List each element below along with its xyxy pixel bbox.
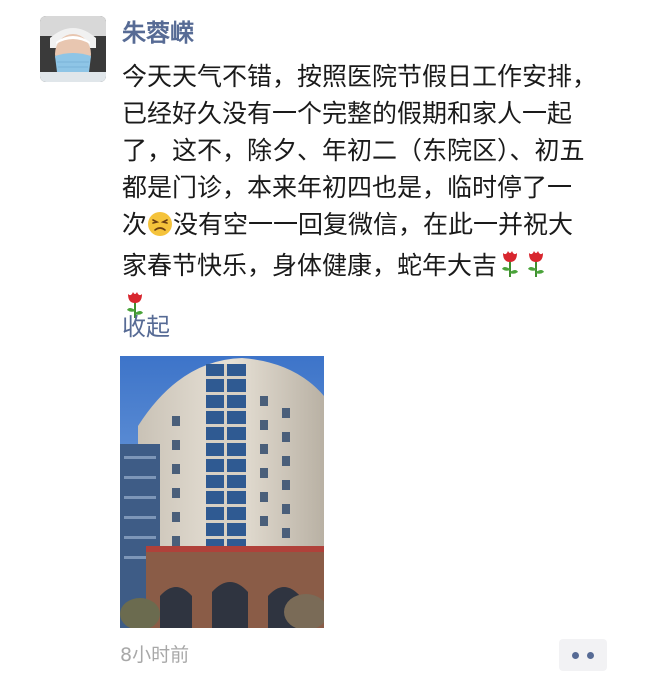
author-name[interactable]: 朱蓉嵘 bbox=[122, 16, 194, 50]
post-text-line: 了，这不，除夕、年初二（东院区）、初五 bbox=[122, 136, 585, 165]
post-text-line: 已经好久没有一个完整的假期和家人一起 bbox=[122, 99, 573, 128]
tired-face-emoji-icon bbox=[147, 210, 173, 247]
post-timestamp: 8小时前 bbox=[120, 644, 190, 666]
rose-icon bbox=[523, 248, 549, 288]
collapse-link[interactable]: 收起 bbox=[122, 310, 170, 344]
post-text-line: 今天天气不错，按照医院节假日工作安排， bbox=[122, 62, 598, 91]
rose-icon bbox=[497, 248, 523, 288]
dot-icon bbox=[587, 651, 594, 659]
hospital-building-image bbox=[120, 356, 324, 628]
post-text-line: 没有空一一回复微信，在此一并祝大 bbox=[173, 210, 574, 239]
more-actions-button[interactable] bbox=[559, 639, 607, 671]
avatar[interactable] bbox=[40, 16, 106, 82]
post-text-line: 都是门诊，本来年初四也是，临时停了一 bbox=[122, 173, 573, 202]
post-text: 今天天气不错，按照医院节假日工作安排， 已经好久没有一个完整的假期和家人一起 了… bbox=[122, 58, 612, 329]
post-text-line: 家春节快乐，身体健康，蛇年大吉 bbox=[122, 251, 498, 280]
avatar-image bbox=[40, 16, 106, 82]
post-text-line-prefix: 次 bbox=[122, 210, 148, 239]
dot-icon bbox=[572, 651, 579, 659]
post-photo[interactable] bbox=[120, 356, 324, 628]
